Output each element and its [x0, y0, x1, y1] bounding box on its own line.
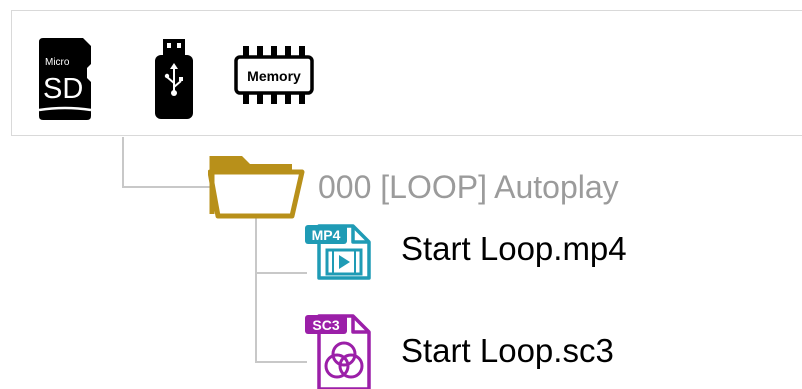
tree-connector-file2-horizontal — [255, 361, 307, 363]
tree-connector-root-vertical — [122, 137, 124, 187]
storage-device-bar: Micro SD Memory — [11, 10, 802, 136]
video-file-icon: MP4 — [305, 222, 377, 280]
file-browser: Micro SD Memory 000 [LOOP] Autoplay MP4 … — [0, 0, 802, 389]
file-label-mp4: Start Loop.mp4 — [401, 229, 627, 267]
micro-sd-card-icon[interactable]: Micro SD — [39, 38, 111, 120]
memory-chip-icon[interactable]: Memory — [233, 46, 317, 106]
file-label-sc3: Start Loop.sc3 — [401, 332, 614, 369]
usb-drive-icon[interactable] — [153, 39, 195, 119]
sd-card-main-text: SD — [43, 73, 83, 105]
mp4-badge-text: MP4 — [312, 227, 341, 243]
folder-icon — [208, 150, 306, 220]
tree-connector-folder-vertical — [255, 214, 257, 362]
memory-chip-text: Memory — [247, 68, 301, 84]
tree-connector-file1-horizontal — [255, 272, 307, 274]
sd-card-top-text: Micro — [45, 57, 70, 68]
color-file-icon: SC3 — [305, 312, 377, 389]
tree-connector-root-horizontal — [122, 186, 210, 188]
tree-folder-node[interactable]: 000 [LOOP] Autoplay — [208, 150, 619, 220]
tree-file-node-mp4[interactable]: MP4 Start Loop.mp4 — [305, 222, 627, 280]
sc3-badge-text: SC3 — [312, 317, 339, 333]
tree-file-node-sc3[interactable]: SC3 Start Loop.sc3 — [305, 312, 614, 389]
folder-label: 000 [LOOP] Autoplay — [318, 169, 619, 205]
